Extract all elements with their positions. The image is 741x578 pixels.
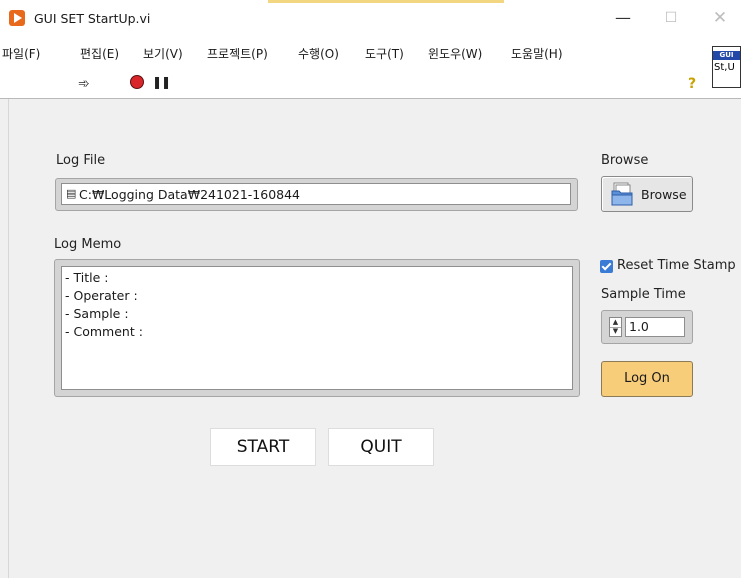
menu-operate[interactable]: 수행(O) bbox=[298, 45, 339, 62]
log-file-label: Log File bbox=[56, 153, 106, 168]
abort-execution-icon[interactable] bbox=[130, 75, 144, 89]
log-file-path-value: C:₩Logging Data₩241021-160844 bbox=[79, 187, 301, 202]
sample-time-label: Sample Time bbox=[601, 287, 686, 302]
log-file-path-field[interactable]: ▤ C:₩Logging Data₩241021-160844 bbox=[61, 183, 571, 205]
reset-time-stamp-label: Reset Time Stamp bbox=[617, 258, 736, 273]
pause-icon[interactable]: ❚❚ bbox=[152, 75, 171, 89]
decrement-arrow-icon[interactable]: ▼ bbox=[610, 327, 621, 336]
reset-time-stamp-checkbox[interactable] bbox=[600, 260, 613, 273]
minimize-button[interactable]: — bbox=[600, 4, 646, 34]
close-button[interactable]: ✕ bbox=[697, 4, 741, 34]
menu-view[interactable]: 보기(V) bbox=[143, 45, 183, 62]
memo-line-title: - Title : bbox=[65, 270, 109, 285]
sample-time-stepper[interactable]: ▲ ▼ bbox=[609, 317, 622, 337]
log-memo-control: - Title : - Operater : - Sample : - Comm… bbox=[54, 259, 580, 397]
log-memo-textarea[interactable]: - Title : - Operater : - Sample : - Comm… bbox=[61, 266, 573, 390]
panel-edge bbox=[8, 99, 9, 578]
start-button[interactable]: START bbox=[210, 428, 316, 466]
vi-icon-text: St,U bbox=[714, 62, 735, 73]
memo-line-comment: - Comment : bbox=[65, 324, 143, 339]
memo-line-operater: - Operater : bbox=[65, 288, 138, 303]
menu-bar: 파일(F) 편집(E) 보기(V) 프로젝트(P) 수행(O) 도구(T) 윈도… bbox=[0, 38, 741, 66]
vi-icon-band: GUI bbox=[713, 51, 740, 60]
log-file-path-control: ▤ C:₩Logging Data₩241021-160844 bbox=[55, 178, 578, 211]
run-arrow-icon[interactable]: ➾ bbox=[78, 76, 90, 92]
vi-icon: GUI St,U bbox=[712, 46, 741, 88]
menu-window[interactable]: 윈도우(W) bbox=[428, 45, 482, 62]
browse-label: Browse bbox=[601, 153, 649, 168]
sample-time-input[interactable]: 1.0 bbox=[625, 317, 685, 337]
browse-button[interactable]: Browse bbox=[601, 176, 693, 212]
browse-button-label: Browse bbox=[641, 187, 687, 202]
toolbar: ➾ ❚❚ ? bbox=[0, 66, 741, 99]
menu-file[interactable]: 파일(F) bbox=[2, 45, 40, 62]
menu-project[interactable]: 프로젝트(P) bbox=[207, 45, 268, 62]
maximize-button[interactable]: ☐ bbox=[648, 4, 694, 34]
sample-time-control: ▲ ▼ 1.0 bbox=[601, 310, 693, 344]
menu-help[interactable]: 도움말(H) bbox=[511, 45, 563, 62]
app-icon bbox=[9, 10, 25, 26]
log-on-button[interactable]: Log On bbox=[601, 361, 693, 397]
window-title: GUI SET StartUp.vi bbox=[34, 11, 151, 26]
quit-button[interactable]: QUIT bbox=[328, 428, 434, 466]
title-accent bbox=[268, 0, 504, 3]
menu-tools[interactable]: 도구(T) bbox=[365, 45, 404, 62]
menu-edit[interactable]: 편집(E) bbox=[80, 45, 119, 62]
log-memo-label: Log Memo bbox=[54, 237, 122, 252]
path-icon: ▤ bbox=[66, 187, 77, 200]
context-help-icon[interactable]: ? bbox=[688, 76, 696, 92]
memo-line-sample: - Sample : bbox=[65, 306, 129, 321]
folder-icon bbox=[611, 182, 633, 206]
